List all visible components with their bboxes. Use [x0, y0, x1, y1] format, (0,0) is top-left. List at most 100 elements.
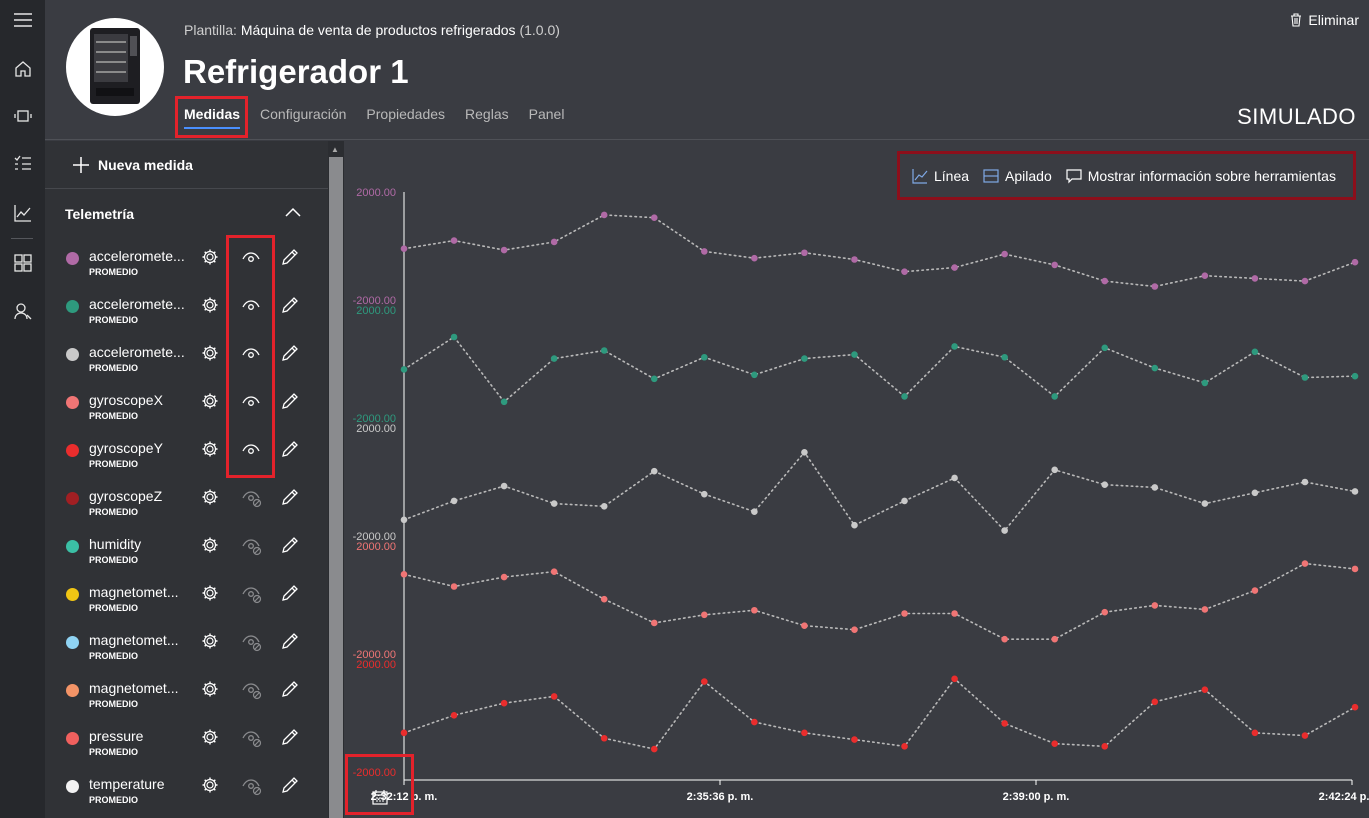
eye-icon[interactable] [241, 344, 261, 367]
scroll-thumb[interactable] [329, 157, 343, 818]
data-point[interactable] [851, 626, 858, 633]
data-point[interactable] [400, 516, 408, 524]
data-point[interactable] [1251, 275, 1259, 282]
eye-icon[interactable] [241, 440, 261, 463]
data-point[interactable] [1201, 686, 1209, 693]
telemetry-row[interactable]: magnetomet... PROMEDIO [45, 671, 328, 719]
data-point[interactable] [1101, 277, 1109, 285]
data-point[interactable] [751, 508, 758, 515]
eye-hidden-icon[interactable] [241, 488, 263, 513]
data-point[interactable] [450, 583, 458, 590]
data-point[interactable] [1001, 527, 1008, 534]
data-point[interactable] [1251, 489, 1259, 497]
data-point[interactable] [1151, 364, 1159, 372]
data-point[interactable] [1101, 608, 1109, 616]
tab-reglas[interactable]: Reglas [457, 97, 521, 133]
telemetry-row[interactable]: temperature PROMEDIO [45, 767, 328, 815]
gear-icon[interactable] [201, 248, 219, 271]
line-chart-button[interactable]: Línea [912, 168, 969, 184]
data-point[interactable] [801, 622, 808, 629]
pencil-icon[interactable] [281, 728, 299, 751]
eye-hidden-icon[interactable] [241, 584, 263, 609]
eye-hidden-icon[interactable] [241, 728, 263, 753]
home-icon[interactable] [0, 49, 45, 89]
gear-icon[interactable] [201, 296, 219, 319]
data-point[interactable] [400, 729, 408, 737]
telemetry-row[interactable]: gyroscopeX PROMEDIO [45, 383, 328, 431]
data-point[interactable] [600, 595, 608, 603]
data-point[interactable] [450, 497, 458, 505]
pencil-icon[interactable] [281, 440, 299, 463]
gear-icon[interactable] [201, 536, 219, 559]
data-point[interactable] [951, 675, 958, 683]
panel-scrollbar[interactable]: ▲ [328, 141, 344, 818]
data-point[interactable] [901, 610, 908, 617]
eye-icon[interactable] [241, 248, 261, 271]
data-point[interactable] [550, 500, 558, 507]
data-point[interactable] [1101, 481, 1109, 489]
telemetry-section-header[interactable]: Telemetría [45, 189, 328, 239]
show-tooltip-button[interactable]: Mostrar información sobre herramientas [1066, 168, 1336, 184]
new-measure-button[interactable]: Nueva medida [45, 141, 328, 189]
stacked-chart-button[interactable]: Apilado [983, 168, 1052, 184]
data-point[interactable] [701, 248, 708, 255]
data-point[interactable] [851, 351, 858, 358]
pencil-icon[interactable] [281, 680, 299, 703]
chevron-up-icon[interactable] [285, 207, 301, 217]
data-point[interactable] [1351, 372, 1359, 380]
data-point[interactable] [1351, 258, 1359, 266]
delete-button[interactable]: Eliminar [1290, 12, 1359, 28]
data-point[interactable] [650, 619, 658, 627]
pencil-icon[interactable] [281, 776, 299, 799]
dashboard-icon[interactable] [0, 243, 45, 283]
data-point[interactable] [1151, 484, 1159, 491]
data-point[interactable] [801, 249, 808, 257]
data-point[interactable] [1351, 703, 1359, 711]
telemetry-row[interactable]: gyroscopeY PROMEDIO [45, 431, 328, 479]
data-point[interactable] [1151, 283, 1159, 290]
tab-propiedades[interactable]: Propiedades [358, 97, 457, 133]
telemetry-row[interactable]: gyroscopeZ PROMEDIO [45, 479, 328, 527]
data-point[interactable] [1301, 732, 1309, 739]
data-point[interactable] [1051, 261, 1058, 269]
gear-icon[interactable] [201, 776, 219, 799]
data-point[interactable] [450, 333, 458, 341]
data-point[interactable] [701, 678, 708, 685]
data-point[interactable] [751, 371, 758, 379]
eye-hidden-icon[interactable] [241, 536, 263, 561]
data-point[interactable] [951, 610, 958, 617]
data-point[interactable] [1101, 344, 1109, 352]
data-point[interactable] [701, 611, 708, 619]
data-point[interactable] [1001, 250, 1008, 258]
telemetry-row[interactable]: acceleromete... PROMEDIO [45, 335, 328, 383]
eye-hidden-icon[interactable] [241, 776, 263, 801]
data-point[interactable] [951, 343, 958, 350]
data-point[interactable] [751, 718, 758, 726]
data-point[interactable] [1201, 500, 1209, 507]
data-point[interactable] [701, 353, 708, 361]
pencil-icon[interactable] [281, 296, 299, 319]
analytics-icon[interactable] [0, 193, 45, 233]
gear-icon[interactable] [201, 344, 219, 367]
data-point[interactable] [1051, 740, 1058, 747]
data-point[interactable] [550, 355, 558, 362]
data-point[interactable] [1351, 488, 1359, 495]
template-name[interactable]: Máquina de venta de productos refrigerad… [241, 22, 516, 38]
data-point[interactable] [1301, 478, 1309, 486]
data-point[interactable] [650, 214, 658, 221]
data-point[interactable] [1251, 587, 1259, 594]
rules-icon[interactable] [0, 143, 45, 183]
gear-icon[interactable] [201, 680, 219, 703]
data-point[interactable] [901, 743, 908, 750]
eye-hidden-icon[interactable] [241, 680, 263, 705]
data-point[interactable] [1251, 348, 1259, 356]
tab-panel[interactable]: Panel [521, 97, 577, 133]
eye-icon[interactable] [241, 392, 261, 415]
eye-hidden-icon[interactable] [241, 632, 263, 657]
calendar-icon[interactable] [372, 789, 388, 810]
data-point[interactable] [951, 474, 958, 482]
telemetry-row[interactable]: humidity PROMEDIO [45, 527, 328, 575]
data-point[interactable] [751, 254, 758, 262]
data-point[interactable] [1301, 374, 1309, 381]
data-point[interactable] [851, 736, 858, 743]
